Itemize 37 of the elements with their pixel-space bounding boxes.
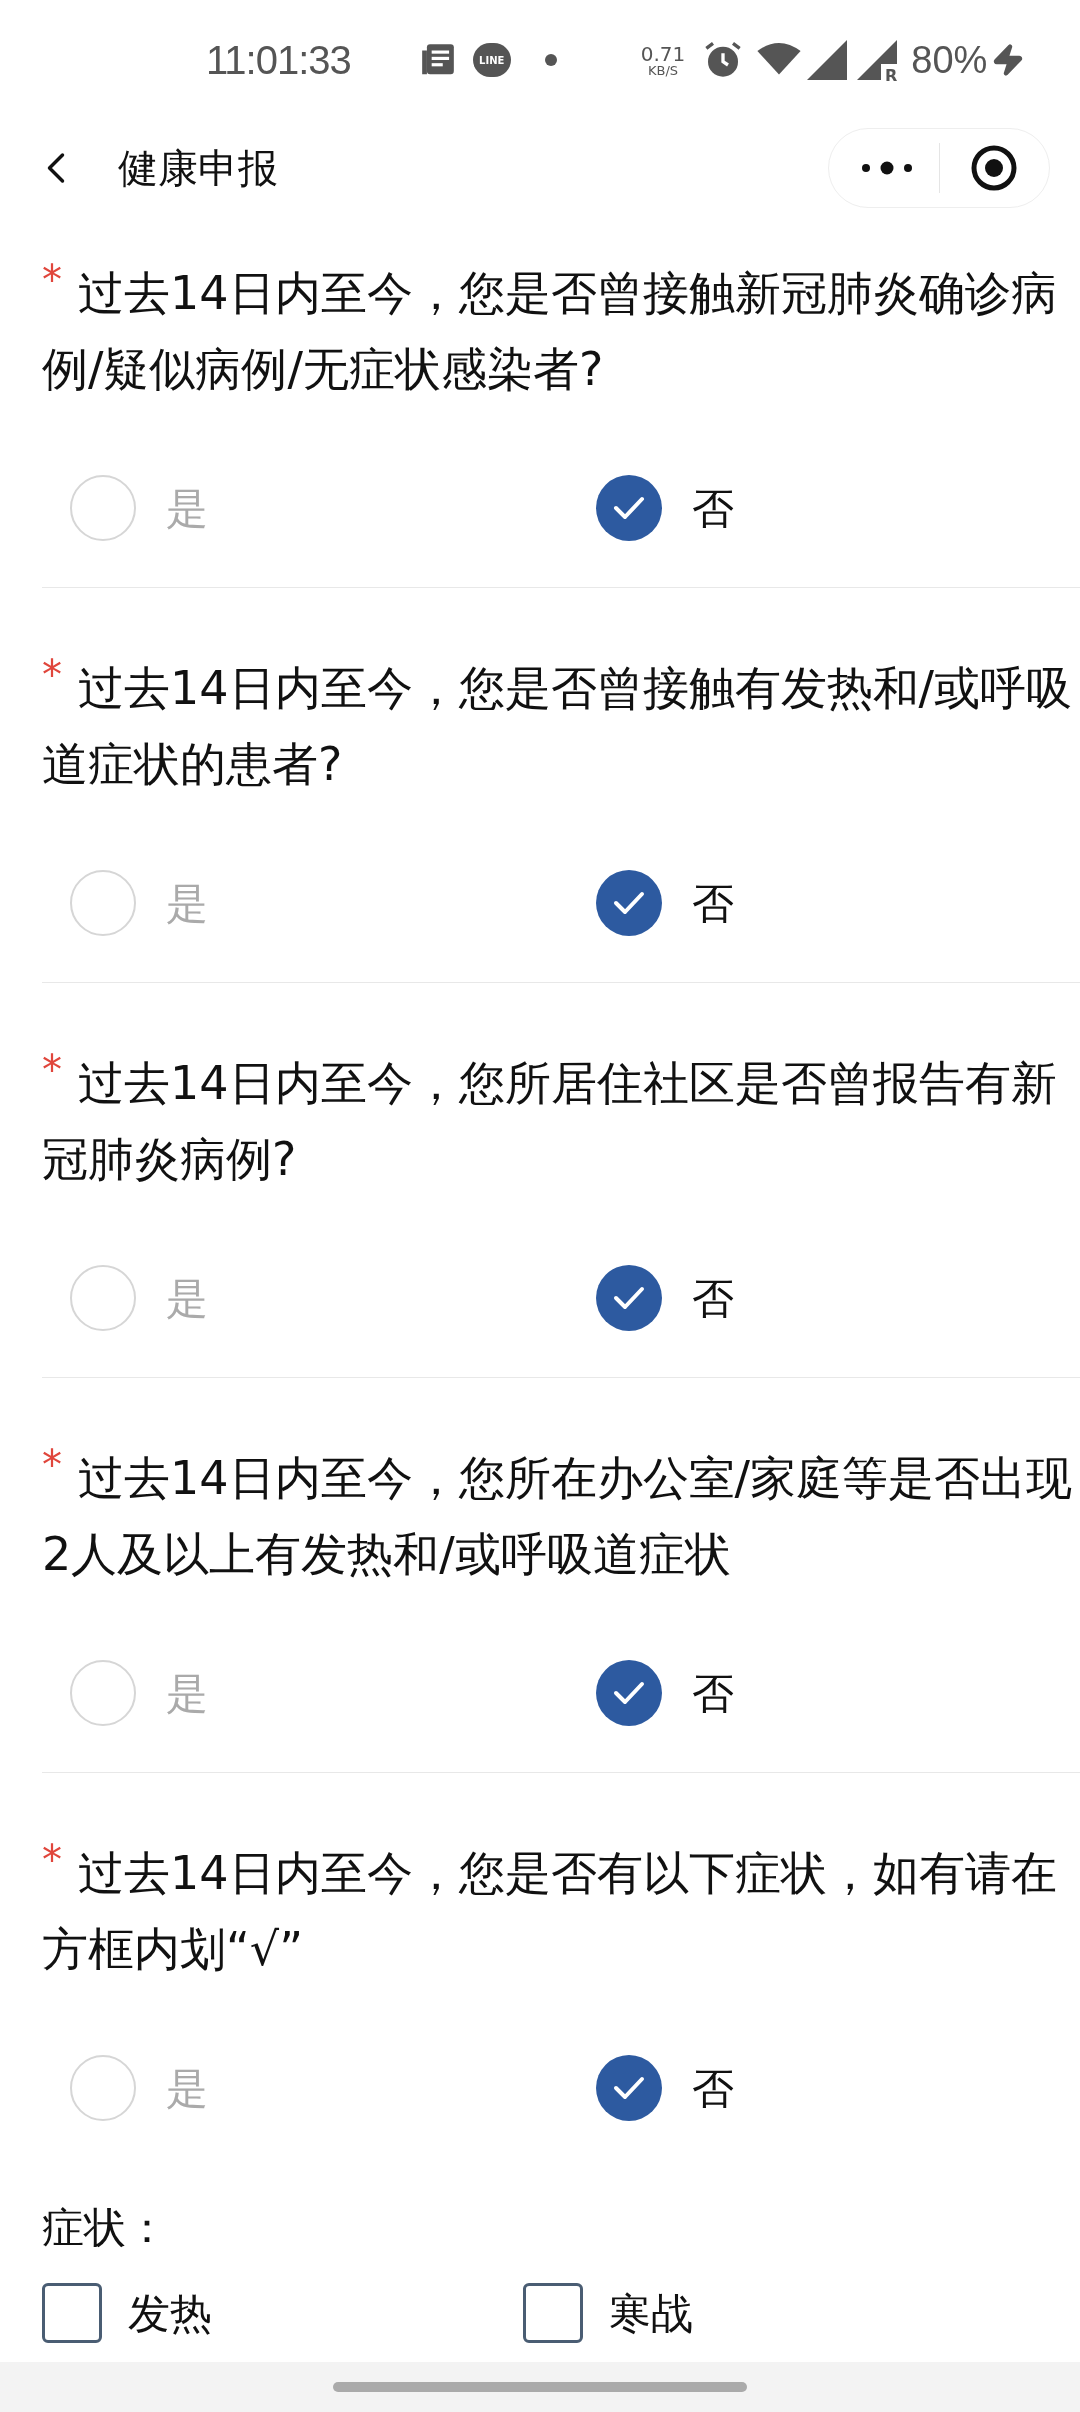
roaming-tag: R <box>884 68 898 84</box>
chat-badge: LINE <box>472 43 511 77</box>
question-text: * 过去14日内至今，您是否曾接触新冠肺炎确诊病例/疑似病例/无症状感染者? <box>42 256 1058 398</box>
option-label: 是 <box>166 1667 208 1720</box>
option-label: 是 <box>166 2062 208 2115</box>
signal-icon <box>857 40 898 80</box>
more-icon[interactable] <box>861 160 913 175</box>
question-text: * 过去14日内至今，您是否曾接触有发热和/或呼吸道症状的患者? <box>42 651 1074 793</box>
dot-icon <box>544 54 557 66</box>
option-label: 否 <box>692 1667 734 1720</box>
checkbox-label: 发热 <box>128 2287 212 2340</box>
check-icon <box>612 890 646 916</box>
clock-time: 11:01:33 <box>206 37 351 84</box>
question-text: * 过去14日内至今，您所在办公室/家庭等是否出现2人及以上有发热和/或呼吸道症状 <box>42 1441 1074 1583</box>
option-label: 否 <box>692 877 734 930</box>
battery-percent: 80% <box>911 37 988 83</box>
option-label: 是 <box>166 1272 208 1325</box>
question-text: * 过去14日内至今，您所居住社区是否曾报告有新冠肺炎病例? <box>42 1046 1058 1188</box>
option-label: 否 <box>692 2062 734 2115</box>
option-label: 否 <box>692 1272 734 1325</box>
speed-value: 0.71 <box>640 43 686 64</box>
check-icon <box>612 495 646 521</box>
checkbox[interactable] <box>42 2283 102 2343</box>
checkbox-label: 寒战 <box>609 2287 693 2340</box>
close-target-icon[interactable] <box>970 143 1018 192</box>
signal-icon <box>807 40 848 80</box>
question-text: * 过去14日内至今，您是否有以下症状，如有请在方框内划“√” <box>42 1836 1058 1978</box>
option-label: 否 <box>692 482 734 535</box>
checkbox[interactable] <box>523 2283 583 2343</box>
option-label: 是 <box>166 482 208 535</box>
symptoms-label: 症状： <box>42 2202 169 2254</box>
check-icon <box>612 2075 646 2101</box>
check-icon <box>612 1285 646 1311</box>
speed-unit: KB/S <box>647 63 679 77</box>
option-label: 是 <box>166 877 208 930</box>
page-title: 健康申报 <box>118 143 278 193</box>
check-icon <box>612 1680 646 1706</box>
